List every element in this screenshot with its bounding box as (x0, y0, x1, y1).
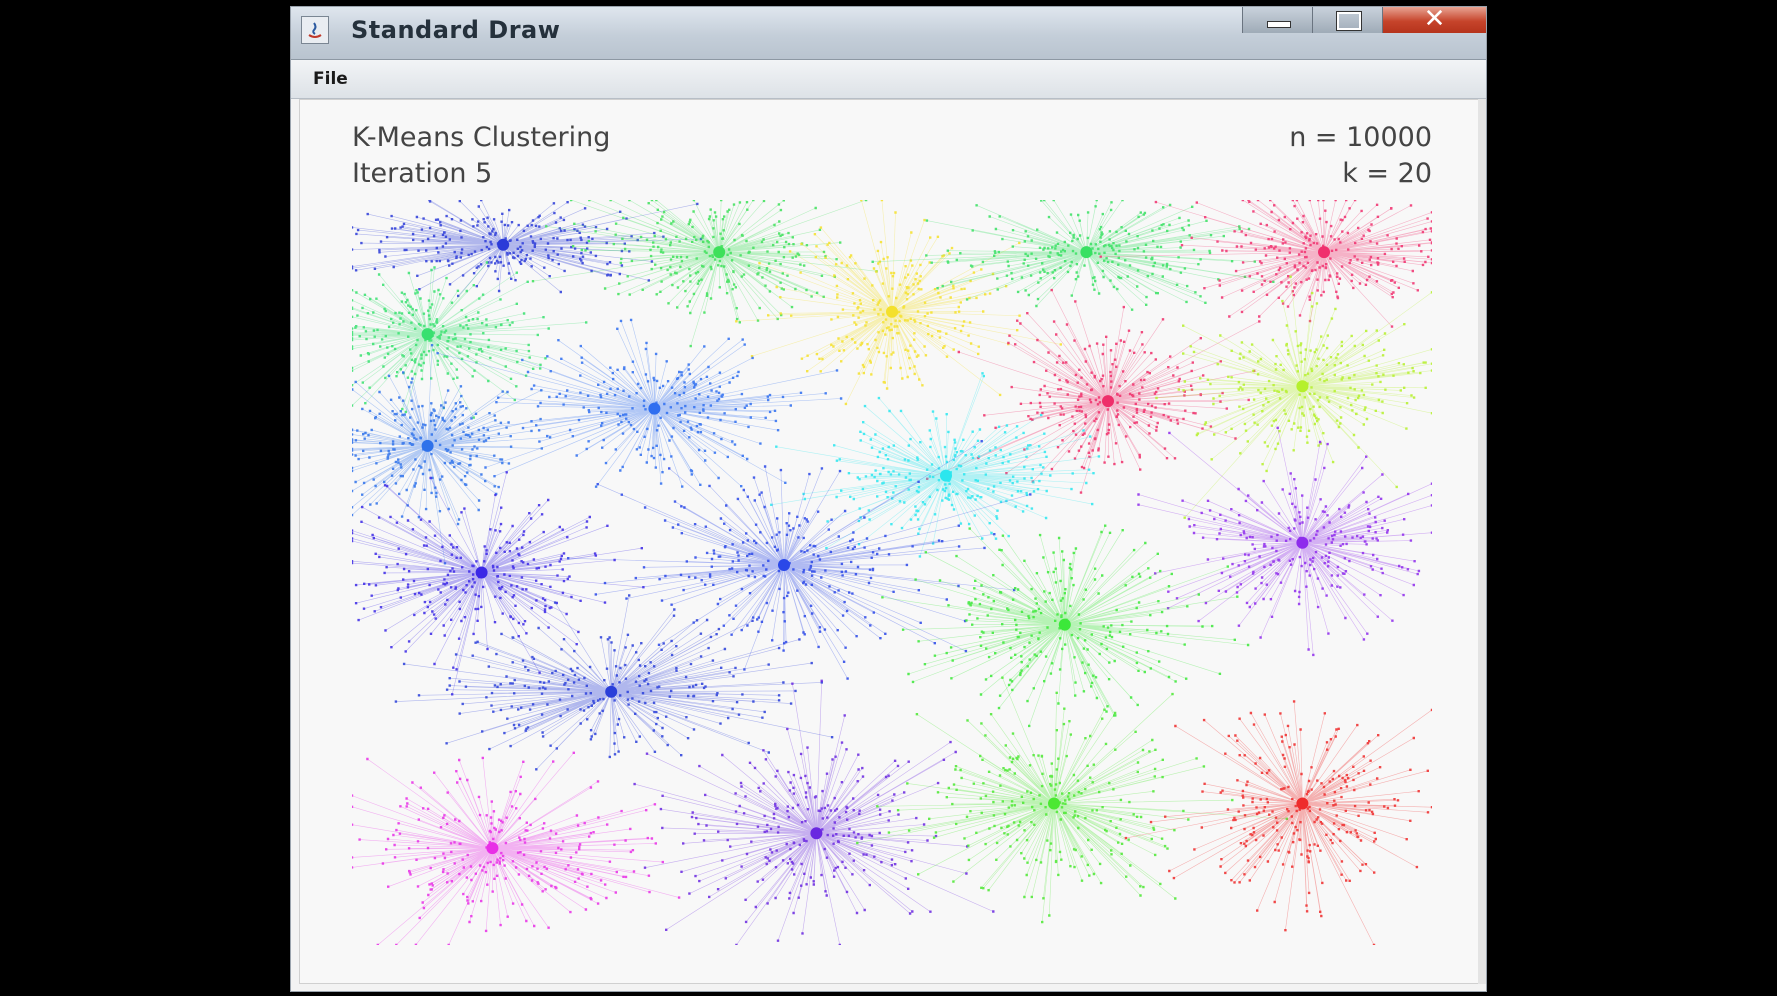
cluster-19 (856, 676, 1288, 924)
close-button[interactable]: ✕ (1382, 6, 1486, 34)
cluster-7 (436, 318, 843, 488)
chart-title: K-Means Clustering (352, 122, 611, 153)
n-label: n = 10000 (1289, 122, 1432, 153)
standard-draw-window: Standard Draw ✕ File K-Means Clustering … (290, 6, 1487, 992)
cluster-14 (1137, 426, 1432, 657)
cluster-11-centroid (940, 469, 952, 482)
cluster-6-links (352, 262, 587, 418)
cluster-5-points (1099, 200, 1432, 328)
cluster-15 (881, 524, 1250, 728)
cluster-18 (633, 679, 995, 945)
cluster-5 (1099, 200, 1432, 328)
window-title: Standard Draw (351, 16, 561, 44)
cluster-20-centroid (1296, 797, 1309, 810)
cluster-14-centroid (1296, 536, 1309, 549)
maximize-icon (1337, 12, 1361, 30)
cluster-4 (871, 200, 1275, 311)
cluster-4-links (872, 200, 1274, 310)
title-bar[interactable]: Standard Draw ✕ (291, 7, 1486, 60)
cluster-19-links (857, 677, 1287, 923)
cluster-20 (1124, 700, 1432, 945)
cluster-18-centroid (810, 827, 823, 840)
drawing-canvas: K-Means Clustering Iteration 5 n = 10000… (299, 99, 1479, 984)
cluster-9-links (1156, 276, 1432, 518)
maximize-button[interactable] (1312, 7, 1382, 33)
cluster-8-centroid (1102, 395, 1114, 408)
cluster-7-centroid (648, 402, 661, 415)
cluster-12-links (352, 472, 644, 695)
menu-bar: File (291, 60, 1486, 99)
cluster-12 (352, 471, 645, 696)
cluster-12-centroid (475, 566, 488, 579)
minimize-button[interactable] (1242, 7, 1312, 33)
cluster-16-centroid (605, 685, 618, 698)
iteration-label: Iteration 5 (352, 158, 493, 189)
close-icon: ✕ (1423, 6, 1446, 34)
cluster-4-centroid (1080, 246, 1093, 259)
menu-file[interactable]: File (311, 69, 350, 89)
cluster-6-centroid (421, 328, 434, 341)
kmeans-scatter-plot (352, 200, 1432, 945)
cluster-9-centroid (1296, 380, 1309, 393)
cluster-19-points (856, 676, 1288, 924)
cluster-2-centroid (713, 246, 726, 259)
k-label: k = 20 (1342, 158, 1432, 189)
cluster-5-centroid (1318, 246, 1330, 259)
cluster-13-centroid (778, 559, 790, 572)
java-app-icon (301, 16, 329, 44)
cluster-17-links (352, 752, 680, 945)
cluster-19-centroid (1048, 797, 1060, 810)
cluster-7-links (437, 319, 842, 487)
window-edge (1478, 99, 1486, 984)
window-controls: ✕ (1242, 6, 1486, 34)
cluster-17-centroid (486, 842, 499, 855)
cluster-11-links (771, 373, 1099, 557)
minimize-icon (1267, 21, 1291, 28)
cluster-17 (352, 751, 681, 945)
cluster-10-centroid (421, 439, 434, 452)
cluster-9 (1155, 275, 1432, 519)
cluster-3-centroid (886, 305, 898, 318)
cluster-20-points (1124, 700, 1432, 945)
cluster-20-links (1125, 701, 1432, 945)
cluster-1-centroid (497, 238, 510, 251)
cluster-15-centroid (1058, 618, 1071, 631)
